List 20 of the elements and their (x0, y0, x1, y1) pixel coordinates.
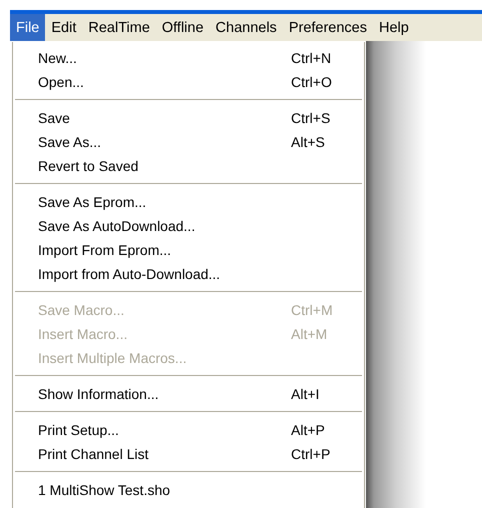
menu-entry[interactable]: Save As Eprom... (13, 190, 364, 214)
menu-item[interactable]: File (10, 14, 46, 41)
menu-item[interactable]: Preferences (282, 14, 373, 41)
menu-entry[interactable]: New... Ctrl+N (13, 46, 364, 70)
menu-entry[interactable]: Open... Ctrl+O (13, 70, 364, 94)
menu-item[interactable]: Channels (210, 14, 283, 41)
menu-entry[interactable]: Import from Auto-Download... (13, 262, 364, 286)
menu-entry[interactable]: Save As AutoDownload... (13, 214, 364, 238)
menu-entry[interactable]: Save As... Alt+S (13, 130, 364, 154)
menu-entry[interactable]: Save Ctrl+S (13, 106, 364, 130)
menu-item[interactable]: Edit (45, 14, 82, 41)
menu-entry[interactable]: Print Setup... Alt+P (13, 418, 364, 442)
menu-entry[interactable]: Show Information... Alt+I (13, 382, 364, 406)
menu-item[interactable]: Help (373, 14, 415, 41)
menu-entry[interactable]: 1 MultiShow Test.sho (13, 478, 364, 502)
menu-item[interactable]: RealTime (82, 14, 156, 41)
menu-entry[interactable]: Revert to Saved (13, 154, 364, 178)
menu-entry[interactable]: Print Channel List Ctrl+P (13, 442, 364, 466)
menu-item[interactable]: Offline (156, 14, 210, 41)
menu-entry[interactable]: Import From Eprom... (13, 238, 364, 262)
